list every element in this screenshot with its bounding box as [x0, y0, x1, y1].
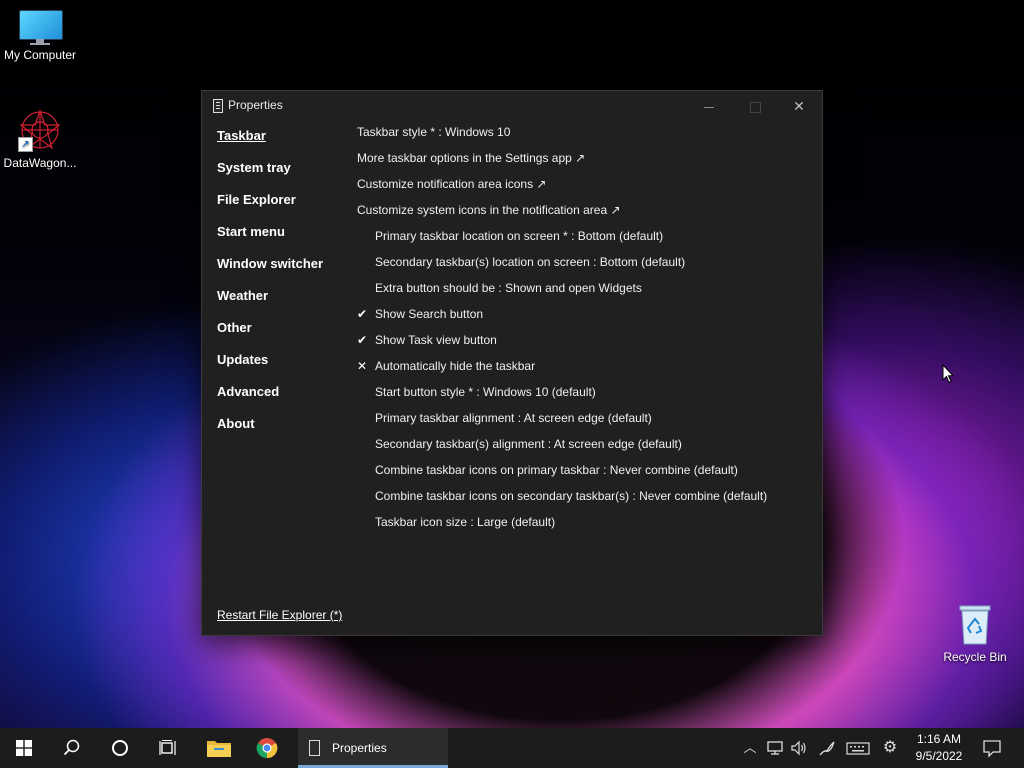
title-bar[interactable]: Properties ✕	[202, 91, 822, 121]
task-view-button[interactable]	[144, 728, 192, 768]
nav-item-advanced[interactable]: Advanced	[217, 384, 323, 416]
computer-icon	[19, 10, 63, 45]
setting-start-button-style[interactable]: Start button style * : Windows 10 (defau…	[357, 385, 812, 411]
setting-primary-taskbar-alignment[interactable]: Primary taskbar alignment : At screen ed…	[357, 411, 812, 437]
setting-show-search-button[interactable]: ✔ Show Search button	[357, 307, 812, 333]
maximize-icon	[749, 101, 761, 113]
chrome-icon	[256, 738, 278, 759]
restart-file-explorer-link[interactable]: Restart File Explorer (*)	[217, 608, 342, 622]
nav-item-system-tray[interactable]: System tray	[217, 160, 323, 192]
datawagon-logo-icon: ↗	[18, 108, 62, 152]
search-button[interactable]	[48, 728, 96, 768]
desktop-icon-datawagon[interactable]: ↗ DataWagon...	[0, 108, 80, 170]
taskbar-app-properties[interactable]: Properties	[298, 728, 448, 768]
mouse-cursor-icon	[942, 364, 954, 384]
setting-more-taskbar-options-link[interactable]: More taskbar options in the Settings app…	[357, 151, 812, 177]
notification-center-icon[interactable]	[982, 738, 1002, 758]
network-icon[interactable]	[765, 738, 785, 758]
file-explorer-button[interactable]	[194, 728, 242, 768]
desktop-icon-my-computer[interactable]: My Computer	[0, 10, 80, 62]
clock-date: 9/5/2022	[915, 749, 963, 763]
properties-window: Properties ✕ Taskbar System tray File Ex…	[201, 90, 823, 636]
nav-item-weather[interactable]: Weather	[217, 288, 323, 320]
recycle-bin-icon	[958, 604, 992, 646]
start-button[interactable]	[0, 728, 48, 768]
clock-time: 1:16 AM	[916, 732, 962, 746]
pen-ink-workspace-icon[interactable]	[817, 738, 837, 758]
desktop-icon-label: DataWagon...	[3, 156, 77, 170]
windows-logo-icon	[16, 740, 32, 756]
setting-combine-icons-secondary[interactable]: Combine taskbar icons on secondary taskb…	[357, 489, 812, 515]
folder-icon	[207, 741, 231, 757]
show-hidden-icons-chevron-icon[interactable]: ︿	[740, 738, 760, 758]
shortcut-arrow-icon: ↗	[18, 137, 33, 152]
nav-item-updates[interactable]: Updates	[217, 352, 323, 384]
setting-taskbar-style[interactable]: Taskbar style * : Windows 10	[357, 125, 812, 151]
nav-item-taskbar[interactable]: Taskbar	[217, 128, 323, 160]
nav-item-about[interactable]: About	[217, 416, 323, 448]
search-icon	[63, 739, 80, 756]
desktop-icon-label: My Computer	[3, 48, 77, 62]
nav-item-other[interactable]: Other	[217, 320, 323, 352]
task-view-icon	[159, 740, 176, 755]
nav-item-window-switcher[interactable]: Window switcher	[217, 256, 323, 288]
close-icon: ✕	[793, 98, 805, 114]
minimize-icon	[704, 106, 714, 108]
checkmark-icon: ✔	[357, 307, 368, 321]
close-button[interactable]: ✕	[776, 91, 822, 121]
volume-icon[interactable]	[789, 738, 809, 758]
taskbar: Properties ︿ ⚙ 1:16 AM 9/5/2022	[0, 728, 1024, 768]
cross-icon: ✕	[357, 359, 368, 373]
cortana-icon	[112, 740, 128, 756]
taskbar-app-label: Properties	[332, 741, 387, 755]
setting-primary-taskbar-location[interactable]: Primary taskbar location on screen * : B…	[357, 229, 812, 255]
maximize-button[interactable]	[732, 91, 778, 121]
nav-item-start-menu[interactable]: Start menu	[217, 224, 323, 256]
chrome-button[interactable]	[243, 728, 291, 768]
gear-icon[interactable]: ⚙	[880, 738, 900, 758]
nav-item-file-explorer[interactable]: File Explorer	[217, 192, 323, 224]
setting-customize-system-icons-link[interactable]: Customize system icons in the notificati…	[357, 203, 812, 229]
cortana-button[interactable]	[96, 728, 144, 768]
setting-secondary-taskbar-alignment[interactable]: Secondary taskbar(s) alignment : At scre…	[357, 437, 812, 463]
setting-auto-hide-taskbar[interactable]: ✕ Automatically hide the taskbar	[357, 359, 812, 385]
properties-app-icon	[309, 740, 320, 756]
sidebar-nav: Taskbar System tray File Explorer Start …	[217, 128, 323, 448]
settings-list: Taskbar style * : Windows 10 More taskba…	[357, 125, 812, 541]
setting-show-task-view-button[interactable]: ✔ Show Task view button	[357, 333, 812, 359]
desktop-icon-label: Recycle Bin	[943, 650, 1007, 664]
desktop-icon-recycle-bin[interactable]: Recycle Bin	[935, 604, 1015, 664]
properties-app-icon	[213, 99, 223, 113]
setting-customize-notification-icons-link[interactable]: Customize notification area icons ↗	[357, 177, 812, 203]
touch-keyboard-icon[interactable]	[846, 738, 870, 758]
checkmark-icon: ✔	[357, 333, 368, 347]
setting-extra-button[interactable]: Extra button should be : Shown and open …	[357, 281, 812, 307]
minimize-button[interactable]	[686, 91, 732, 121]
setting-secondary-taskbar-location[interactable]: Secondary taskbar(s) location on screen …	[357, 255, 812, 281]
clock[interactable]: 1:16 AM 9/5/2022	[900, 731, 978, 765]
window-title: Properties	[228, 98, 283, 112]
setting-taskbar-icon-size[interactable]: Taskbar icon size : Large (default)	[357, 515, 812, 541]
setting-combine-icons-primary[interactable]: Combine taskbar icons on primary taskbar…	[357, 463, 812, 489]
